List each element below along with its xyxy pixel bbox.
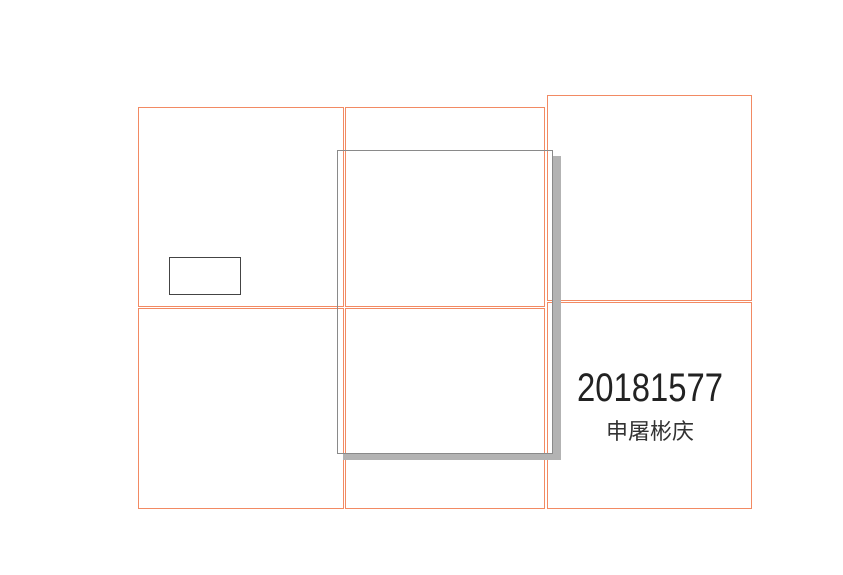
grid-cell-bottom-left [138,308,344,509]
grid-cell-top-right [547,95,752,301]
overlay-frame [337,150,553,454]
student-id-text: 20181577 [577,366,723,410]
student-name-text: 申屠彬庆 [605,420,694,445]
overlay-shadow-bottom [343,453,561,460]
overlay-shadow-right [552,156,561,460]
small-rectangle [169,257,241,295]
